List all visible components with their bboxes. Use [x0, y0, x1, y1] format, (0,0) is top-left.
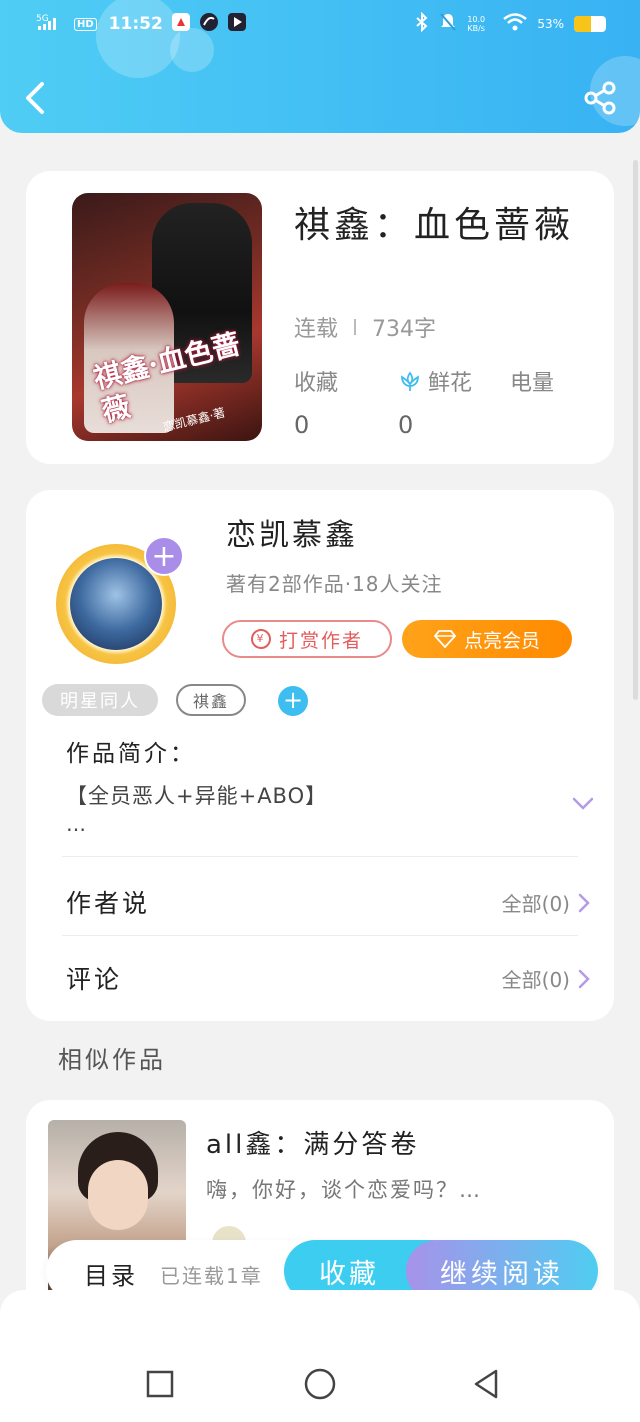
- chevron-down-icon: [572, 797, 594, 810]
- net-speed: 10.0 KB/s: [467, 14, 486, 33]
- book-title: 祺鑫：血色蔷薇: [294, 205, 575, 246]
- circle-icon: [304, 1368, 336, 1400]
- network-label: 5G: [36, 14, 49, 24]
- back-arrow-icon: [26, 82, 44, 114]
- author-avatar-frame[interactable]: +: [48, 530, 188, 670]
- hd-badge: HD: [74, 17, 97, 31]
- scrollbar[interactable]: [633, 160, 638, 700]
- battery-percent: 53%: [537, 16, 564, 31]
- compass-app-icon: [171, 12, 191, 36]
- add-tag-button[interactable]: +: [278, 686, 308, 716]
- recent-apps-button[interactable]: [142, 1366, 178, 1402]
- divider: [62, 856, 578, 857]
- follow-plus-icon[interactable]: +: [144, 536, 184, 576]
- cover-face: [88, 1160, 148, 1230]
- similar-works-heading: 相似作品: [58, 1046, 166, 1074]
- stat-label: 鲜花: [428, 371, 473, 396]
- word-count: 734字: [372, 317, 437, 342]
- vip-button[interactable]: 点亮会员: [402, 620, 572, 658]
- author-card: + 恋凯慕鑫 著有2部作品·18人关注 ¥ 打赏作者 点亮会员 明星同人 祺鑫 …: [26, 490, 614, 1021]
- chevron-right-icon: [578, 969, 590, 988]
- book-meta: 连载 734字: [294, 311, 436, 343]
- top-header: 5G HD 11:52 10.0 KB/s 53%: [0, 0, 640, 133]
- share-button[interactable]: [582, 80, 618, 116]
- author-name[interactable]: 恋凯慕鑫: [226, 510, 358, 554]
- toc-button[interactable]: 目录: [84, 1256, 138, 1291]
- tip-author-button[interactable]: ¥ 打赏作者: [222, 620, 392, 658]
- signal-icon: 5G: [36, 13, 66, 35]
- square-icon: [146, 1370, 174, 1398]
- stat-favorites: 收藏 0: [294, 365, 338, 439]
- author-stats: 著有2部作品·18人关注: [226, 572, 443, 596]
- status-bar: 5G HD 11:52 10.0 KB/s 53%: [0, 0, 640, 50]
- bluetooth-icon: [415, 11, 429, 35]
- triangle-back-icon: [474, 1369, 498, 1399]
- expand-intro-button[interactable]: [572, 796, 594, 810]
- stat-flowers[interactable]: 鲜花 0: [398, 365, 472, 439]
- stat-label: 电量: [510, 371, 555, 396]
- status-time: 11:52: [108, 14, 163, 34]
- divider: [62, 935, 578, 936]
- comments-count: 全部(0): [501, 968, 570, 992]
- chapter-count: 已连载1章: [160, 1264, 263, 1288]
- comments-all-link[interactable]: 全部(0): [502, 964, 590, 993]
- leaf-app-icon: [199, 12, 219, 36]
- battery-icon: [574, 15, 606, 32]
- continue-label: 继续阅读: [440, 1258, 564, 1290]
- back-button[interactable]: [20, 78, 52, 118]
- stat-value: 0: [398, 411, 414, 439]
- avatar: [70, 558, 162, 650]
- similar-work-desc: 嗨，你好，谈个恋爱吗？…: [206, 1178, 482, 1202]
- author-says-label: 作者说: [66, 889, 151, 918]
- tag-star-fanfic[interactable]: 明星同人: [42, 684, 158, 716]
- stat-power: 电量: [510, 365, 554, 411]
- home-button[interactable]: [302, 1366, 338, 1402]
- mute-bell-icon: [439, 12, 457, 35]
- book-info-card: 祺鑫·血色蔷薇 恋凯慕鑫·著 祺鑫：血色蔷薇 连载 734字 收藏 0 鲜花 0…: [26, 171, 614, 464]
- intro-label: 作品简介：: [66, 741, 196, 767]
- intro-ellipsis: …: [66, 812, 86, 836]
- serial-status: 连载: [294, 317, 339, 342]
- yen-coin-icon: ¥: [250, 629, 271, 649]
- tip-label: 打赏作者: [278, 629, 363, 652]
- tag-qixin[interactable]: 祺鑫: [176, 684, 246, 716]
- stat-label: 收藏: [294, 371, 339, 396]
- intro-text: 【全员恶人+异能+ABO】: [66, 784, 328, 808]
- comments-label: 评论: [66, 965, 123, 994]
- similar-work-title: all鑫：满分答卷: [206, 1130, 420, 1160]
- chevron-right-icon: [578, 893, 590, 912]
- wifi-icon: [503, 13, 528, 34]
- meta-divider: [354, 319, 357, 335]
- back-nav-button[interactable]: [468, 1366, 504, 1402]
- book-cover[interactable]: 祺鑫·血色蔷薇 恋凯慕鑫·著: [72, 193, 262, 441]
- stat-value: 0: [294, 411, 310, 439]
- book-stats: 收藏 0 鲜花 0 电量: [294, 365, 594, 445]
- diamond-icon: [433, 630, 456, 648]
- vip-label: 点亮会员: [463, 629, 540, 652]
- author-says-count: 全部(0): [501, 892, 570, 916]
- flower-icon: [401, 371, 419, 391]
- favorite-label: 收藏: [319, 1258, 379, 1290]
- play-app-icon: [227, 12, 247, 36]
- author-says-all-link[interactable]: 全部(0): [502, 888, 590, 917]
- share-icon: [584, 81, 616, 115]
- system-nav-bar: [0, 1290, 640, 1422]
